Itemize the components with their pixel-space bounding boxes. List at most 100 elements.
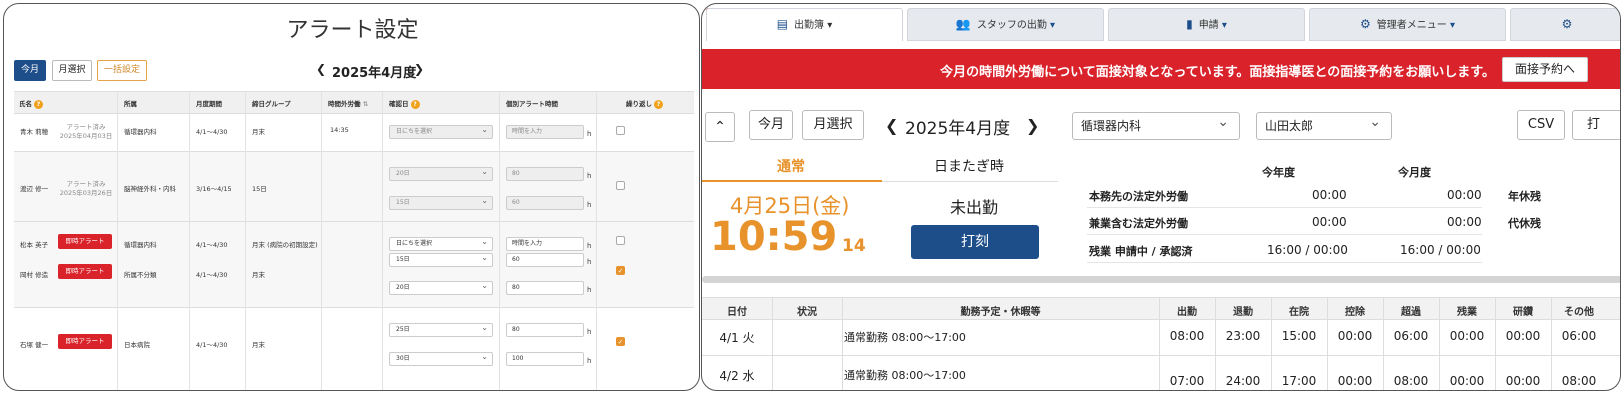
header-name: 氏名?	[19, 98, 43, 109]
interview-banner: 今月の時間外労働について面接対象となっています。面接指導医との面接予約をお願いし…	[702, 49, 1620, 89]
help-icon: ?	[654, 99, 663, 109]
prev-month-icon[interactable]: ❮	[885, 116, 898, 135]
instant-alert-button[interactable]: 即時アラート	[58, 334, 112, 349]
department-select[interactable]: 循環器内科	[1072, 109, 1240, 140]
annual-leave-label: 年休残	[1508, 190, 1541, 203]
header-group: 締日グループ	[252, 100, 291, 108]
repeat-checkbox[interactable]	[616, 181, 625, 190]
check-day-select[interactable]: 25日	[389, 322, 493, 337]
comp-leave-label: 代休残	[1508, 217, 1541, 230]
tab-admin-menu[interactable]: ⚙ 管理者メニュー ▾	[1309, 8, 1506, 41]
check-day-select[interactable]: 30日	[389, 351, 493, 366]
next-month-icon[interactable]: ❯	[1026, 116, 1039, 135]
alert-hours-input[interactable]: 60	[506, 253, 584, 267]
summary-month-value: 00:00	[1447, 215, 1482, 229]
summary-month-value: 00:00	[1447, 188, 1482, 202]
staff-name: 渡辺 修一	[20, 185, 49, 193]
staff-name: 松本 英子	[20, 241, 49, 249]
staff-name: 石塚 健一	[20, 341, 49, 349]
month-period: 4/1〜4/30	[196, 241, 228, 249]
collapse-button[interactable]: ⌃	[705, 112, 735, 142]
check-day-select[interactable]: 15日	[389, 195, 493, 210]
dept: 循環器内科	[124, 241, 157, 249]
list-icon: ▤	[776, 17, 789, 31]
closing-group: 月末	[252, 341, 265, 349]
current-time: 10:59	[710, 214, 838, 260]
summary-year-value: 00:00	[1312, 215, 1347, 229]
month-period: 3/16〜4/15	[196, 185, 232, 193]
table-row	[14, 308, 694, 390]
instant-alert-button[interactable]: 即時アラート	[58, 234, 112, 249]
summary-year-value: 16:00 / 00:00	[1267, 243, 1348, 257]
check-day-select[interactable]: 20日	[389, 280, 493, 295]
mode-tab-overnight[interactable]: 日またぎ時	[934, 156, 1004, 176]
tab-staff-attendance[interactable]: 👥 スタッフの出勤 ▾	[907, 8, 1104, 41]
tab-more[interactable]: ⚙	[1510, 8, 1620, 41]
bulk-settings-button[interactable]: 一括設定	[97, 60, 147, 81]
print-button[interactable]: 打	[1572, 110, 1620, 140]
repeat-checkbox[interactable]	[616, 126, 625, 135]
this-month-button[interactable]: 今月	[14, 60, 46, 81]
mode-tab-normal[interactable]: 通常	[777, 156, 805, 176]
table-header: 氏名? 所属 月度期間 締日グループ 時間外労働 ⇅ 確認日? 個別アラート時間…	[14, 91, 694, 114]
check-day-select[interactable]: 15日	[389, 252, 493, 267]
attendance-panel: ▤ 出勤簿 ▾ 👥 スタッフの出勤 ▾ ▮ 申請 ▾ ⚙ 管理者メニュー ▾ ⚙ 今月の…	[701, 3, 1621, 391]
repeat-checkbox[interactable]: ✓	[616, 266, 625, 275]
month-period: 4/1〜4/30	[196, 128, 228, 136]
csv-button[interactable]: CSV	[1517, 110, 1565, 140]
period-label: 2025年4月度	[332, 66, 417, 81]
help-icon: ?	[410, 99, 420, 109]
alert-hours-input[interactable]: 80	[506, 323, 584, 337]
dept: 日本病院	[124, 341, 150, 349]
month-period: 4/1〜4/30	[196, 341, 228, 349]
repeat-checkbox[interactable]: ✓	[616, 337, 625, 346]
horizontal-scrollbar[interactable]	[702, 276, 1620, 283]
prev-month-icon[interactable]: ❮	[316, 62, 326, 76]
punch-button[interactable]: 打刻	[911, 225, 1039, 259]
header-overtime[interactable]: 時間外労働 ⇅	[328, 98, 368, 108]
select-month-button[interactable]: 月選択	[52, 60, 92, 81]
dept: 循環器内科	[124, 128, 157, 136]
staff-select[interactable]: 山田太郎	[1256, 109, 1392, 140]
summary-col-year: 今年度	[1262, 166, 1295, 179]
month-period: 4/1〜4/30	[196, 271, 228, 279]
summary-col-month: 今月度	[1398, 166, 1431, 179]
gear-icon: ⚙	[1561, 17, 1573, 31]
page-title: アラート設定	[286, 18, 419, 43]
document-icon: ▮	[1186, 17, 1193, 31]
current-seconds: 14	[842, 236, 866, 256]
instant-alert-button[interactable]: 即時アラート	[58, 264, 112, 279]
select-month-button[interactable]: 月選択	[802, 110, 864, 140]
closing-group: 15日	[252, 185, 267, 193]
tab-application[interactable]: ▮ 申請 ▾	[1108, 8, 1305, 41]
summary-label: 残業 申請中 / 承認済	[1089, 245, 1193, 258]
alert-hours-input[interactable]: 80	[506, 281, 584, 295]
alert-settings-panel: アラート設定 今月 月選択 一括設定 ❮ 2025年4月度 ❯ 氏名? 所属 月…	[3, 3, 700, 391]
check-day-select[interactable]: 日にちを選択	[389, 124, 493, 139]
alert-hours-input[interactable]: 100	[506, 352, 584, 366]
overtime: 14:35	[330, 126, 349, 134]
check-day-select[interactable]: 20日	[389, 166, 493, 181]
header-check-day: 確認日?	[389, 98, 420, 109]
this-month-button[interactable]: 今月	[749, 110, 793, 140]
tab-attendance[interactable]: ▤ 出勤簿 ▾	[706, 8, 903, 41]
period-label: 2025年4月度	[905, 119, 1011, 139]
alert-hours-input[interactable]: 80	[506, 167, 584, 181]
next-month-icon[interactable]: ❯	[414, 62, 424, 76]
check-day-select[interactable]: 日にちを選択	[389, 236, 493, 251]
closing-group: 月末 (病院の初期設定)	[252, 241, 318, 249]
repeat-checkbox[interactable]	[616, 236, 625, 245]
users-icon: 👥	[955, 17, 971, 31]
header-dept: 所属	[124, 100, 137, 108]
table-row	[14, 152, 694, 222]
dept: 所属不分類	[124, 271, 157, 279]
interview-reservation-button[interactable]: 面接予約へ	[1502, 57, 1588, 82]
summary-label: 兼業含む法定外労働	[1089, 217, 1188, 230]
summary-year-value: 00:00	[1312, 188, 1347, 202]
alert-hours-input[interactable]: 時間を入力	[506, 125, 584, 139]
grid-header: 日付 状況 勤務予定・休暇等 出勤 退勤 在院 控除 超過 残業 研鑽 その他	[702, 297, 1620, 320]
alert-date: 2025年04月03日	[59, 132, 113, 140]
closing-group: 月末	[252, 128, 265, 136]
alert-hours-input[interactable]: 60	[506, 196, 584, 210]
alert-hours-input[interactable]: 時間を入力	[506, 237, 584, 251]
